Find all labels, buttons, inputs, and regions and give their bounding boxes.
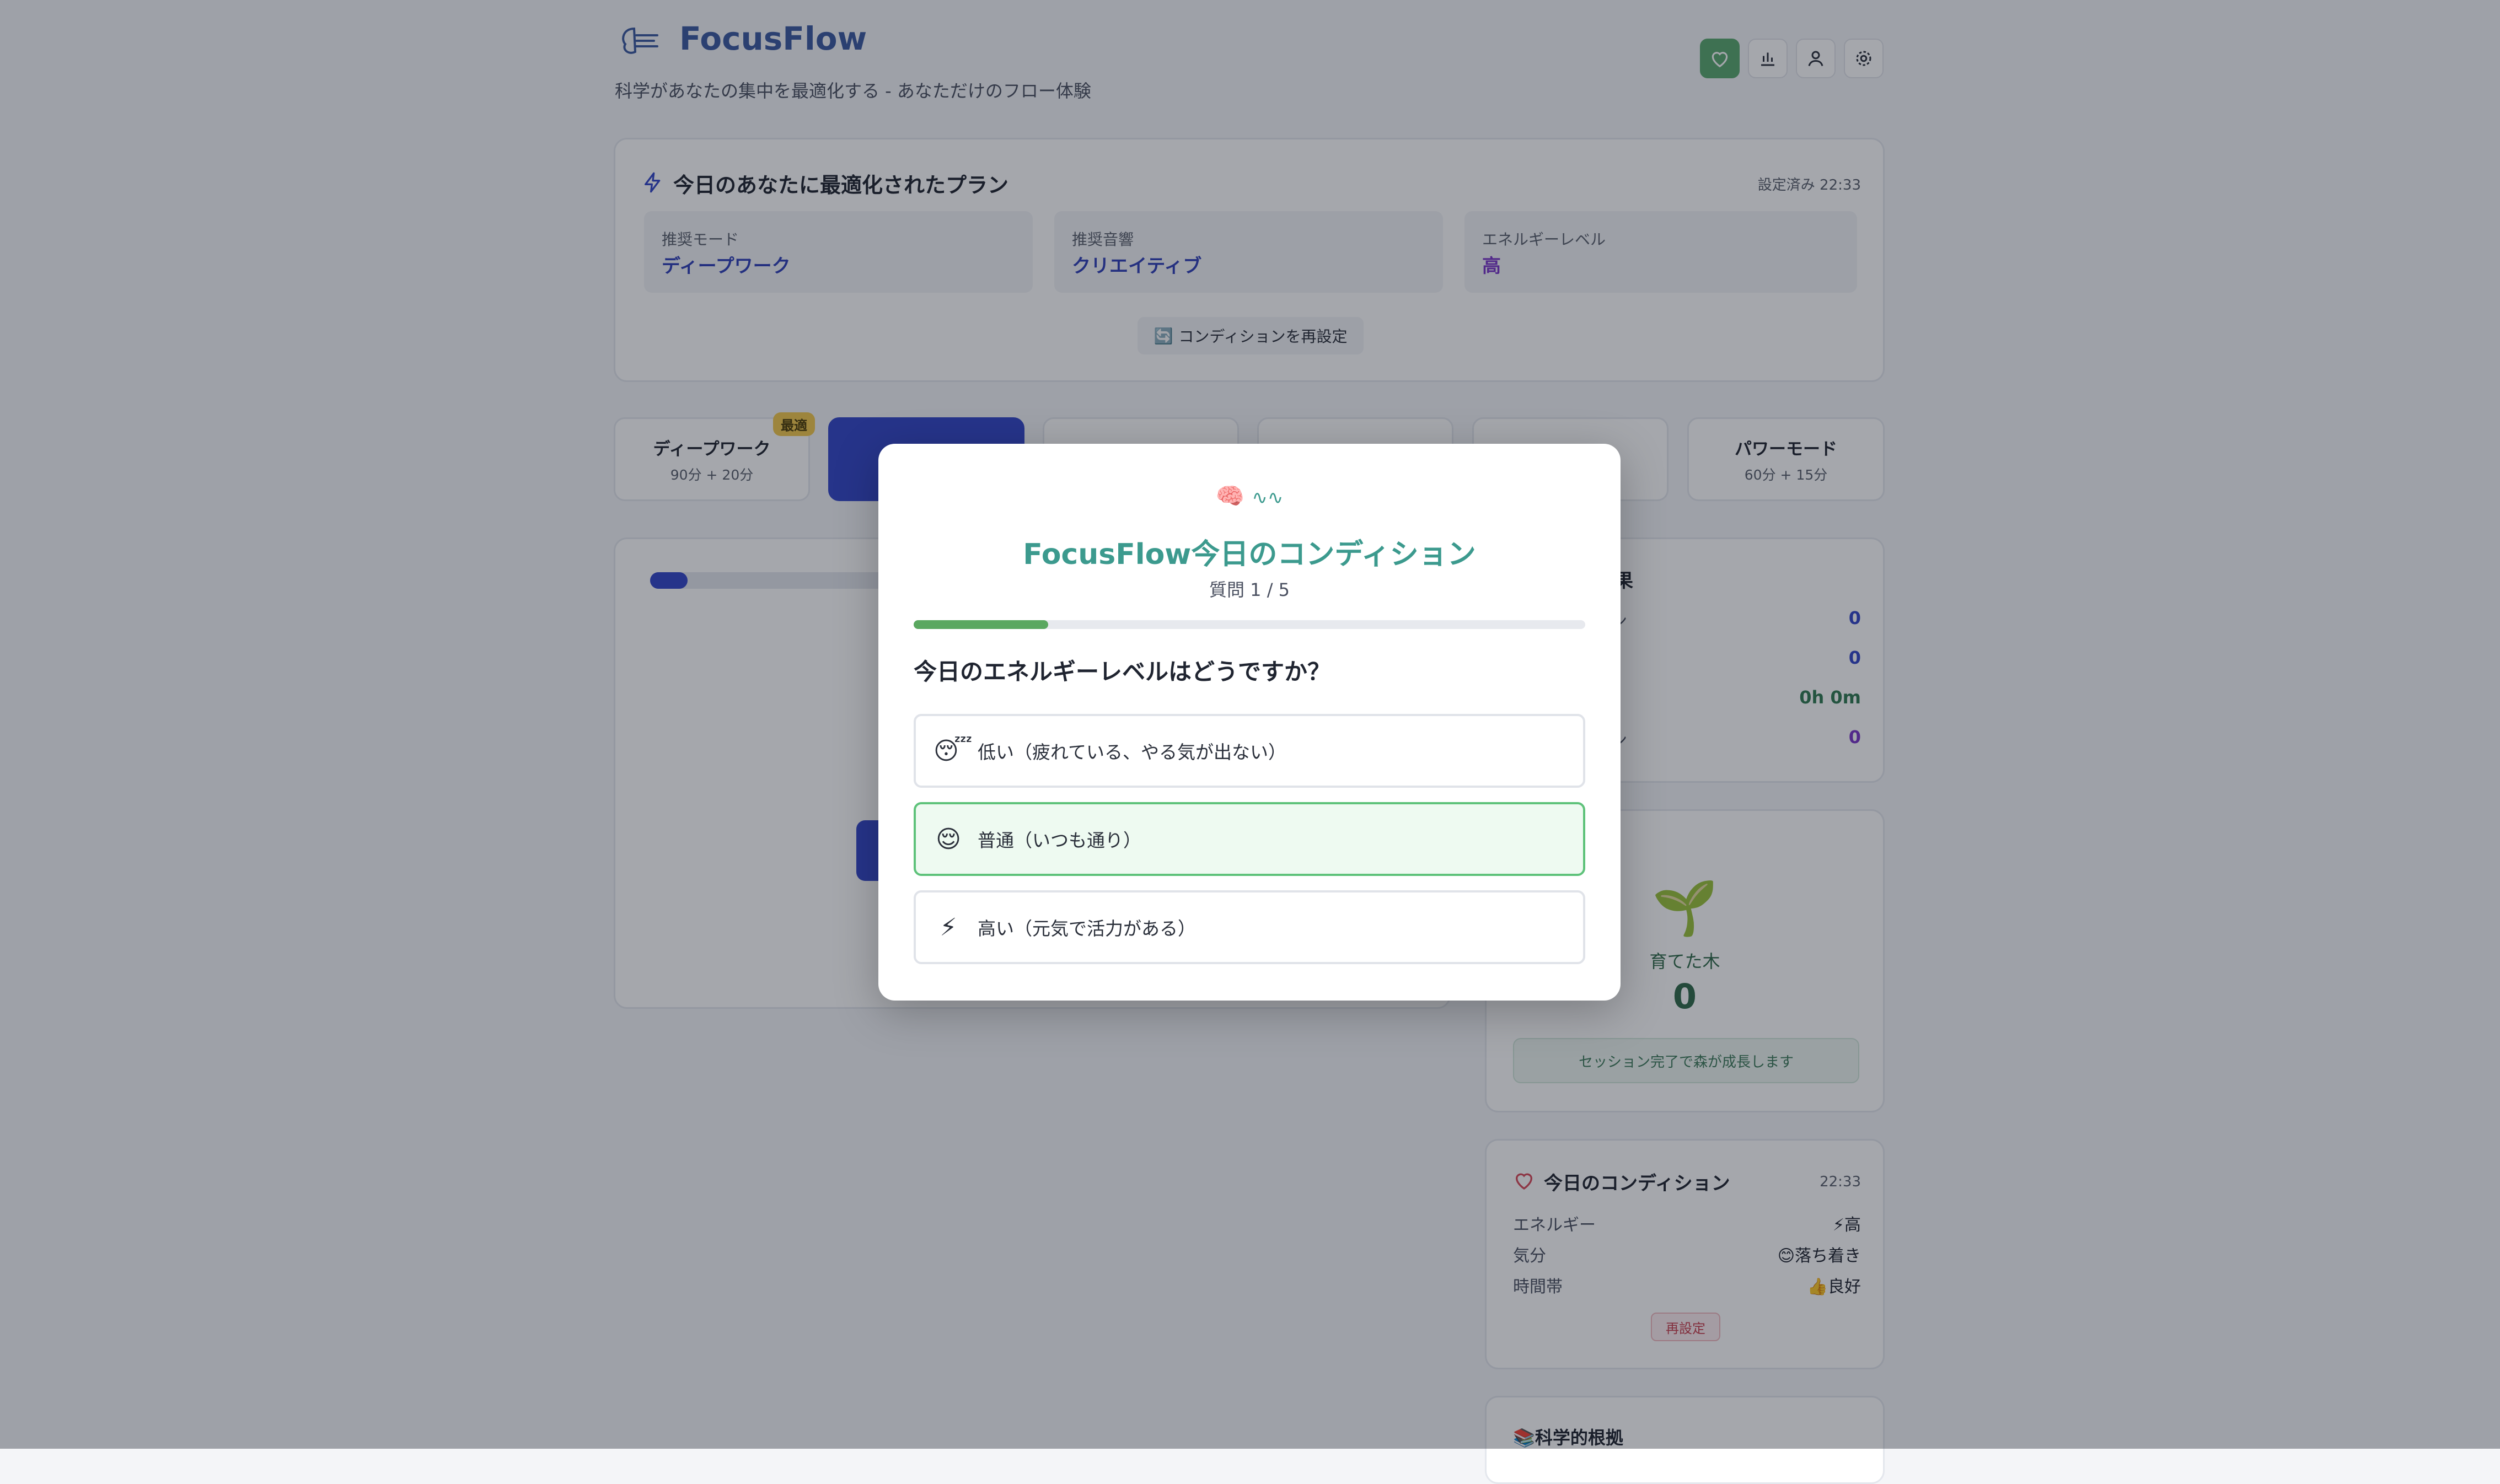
modal-progress-track [914,620,1585,629]
option-label: 高い（元気で活力がある） [978,918,1196,939]
condition-modal: 🧠 ∿∿ FocusFlow今日のコンディション 質問 1 / 5 今日のエネル… [878,444,1621,1001]
sleepy-face-icon: 😴 [934,736,973,765]
relieved-face-icon: 😌 [936,825,961,853]
brain-icon: 🧠 [1215,482,1244,509]
option-low[interactable]: 😴 低い（疲れている、やる気が出ない） [914,714,1585,788]
option-label: 普通（いつも通り） [978,830,1141,851]
option-label: 低い（疲れている、やる気が出ない） [978,741,1287,763]
wave-icon: ∿∿ [1252,487,1284,509]
lightning-emoji-icon: ⚡ [940,913,957,942]
modal-icons: 🧠 ∿∿ [878,482,1621,510]
modal-title: FocusFlow今日のコンディション [1023,538,1476,571]
option-high[interactable]: ⚡ 高い（元気で活力がある） [914,890,1585,964]
modal-question: 今日のエネルギーレベルはどうですか？ [914,658,1331,685]
modal-progress-fill [914,620,1048,629]
option-normal[interactable]: 😌 普通（いつも通り） [914,802,1585,876]
modal-step: 質問 1 / 5 [1209,579,1290,600]
